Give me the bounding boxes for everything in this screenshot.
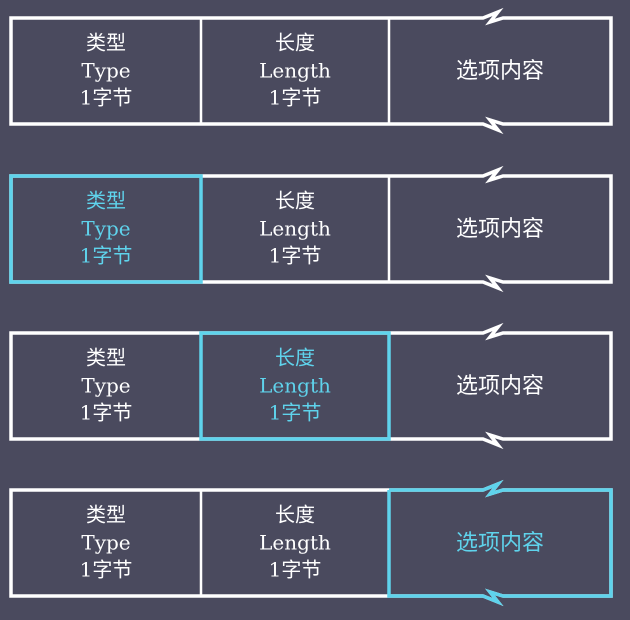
length-cell-line-1: 长度: [275, 31, 315, 55]
tlv-option-diagram: 类型Type1字节长度Length1字节选项内容类型Type1字节长度Lengt…: [9, 7, 613, 607]
content-cell-label: 选项内容: [456, 217, 544, 242]
type-cell-line-2: Type: [81, 531, 130, 555]
length-cell-line-3: 1字节: [269, 558, 322, 582]
type-cell-line-1: 类型: [86, 189, 126, 213]
length-cell-line-1: 长度: [275, 503, 315, 527]
length-cell-line-1: 长度: [275, 346, 315, 370]
type-cell-line-3: 1字节: [80, 558, 133, 582]
type-cell-line-2: Type: [81, 374, 130, 398]
type-cell-line-2: Type: [81, 59, 130, 83]
length-cell-line-2: Length: [259, 531, 331, 555]
content-cell-label: 选项内容: [456, 59, 544, 84]
type-cell-line-1: 类型: [86, 346, 126, 370]
length-cell-line-2: Length: [259, 374, 331, 398]
diagram-row-3: 类型 Type 1字节 长度 Length 1字节 选项内容: [9, 322, 613, 450]
type-cell-line-3: 1字节: [80, 244, 133, 268]
content-cell-label: 选项内容: [456, 531, 544, 556]
length-cell-line-3: 1字节: [269, 401, 322, 425]
type-cell-line-3: 1字节: [80, 86, 133, 110]
length-cell-line-1: 长度: [275, 189, 315, 213]
length-cell-line-3: 1字节: [269, 86, 322, 110]
length-cell-line-3: 1字节: [269, 244, 322, 268]
type-cell-line-1: 类型: [86, 503, 126, 527]
content-cell-label: 选项内容: [456, 374, 544, 399]
length-cell-line-2: Length: [259, 59, 331, 83]
diagram-row-1: 类型 Type 1字节 长度 Length 1字节 选项内容: [9, 7, 613, 135]
diagram-row-4: 类型 Type 1字节 长度 Length 1字节 选项内容: [9, 479, 613, 607]
type-cell-line-1: 类型: [86, 31, 126, 55]
type-cell-line-2: Type: [81, 217, 130, 241]
diagram-row-2: 类型 Type 1字节 长度 Length 1字节 选项内容: [9, 165, 613, 293]
type-cell-line-3: 1字节: [80, 401, 133, 425]
length-cell-line-2: Length: [259, 217, 331, 241]
